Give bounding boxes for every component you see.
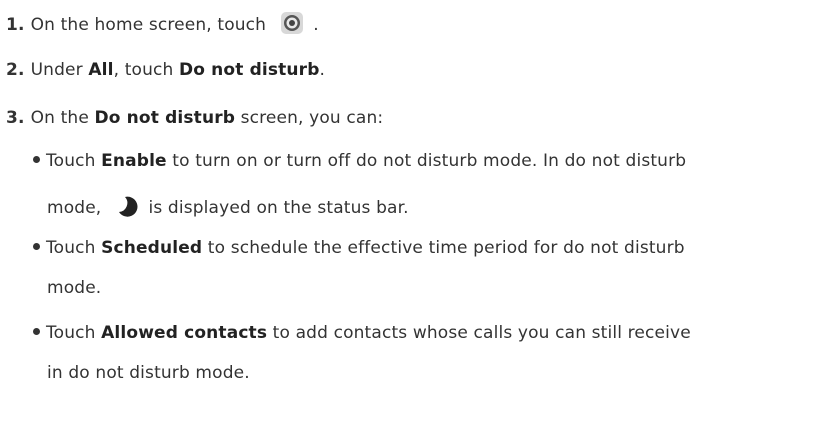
step-text: On the bbox=[30, 108, 95, 128]
bold-term: Scheduled bbox=[101, 238, 203, 258]
step-1: 1. On the home screen, touch . bbox=[6, 11, 319, 35]
bullet-text: to add contacts whose calls you can stil… bbox=[267, 323, 691, 343]
bold-term: Do not disturb bbox=[94, 108, 236, 128]
step-3: 3. On the Do not disturb screen, you can: bbox=[6, 110, 383, 127]
bullet-text: mode. bbox=[47, 278, 102, 298]
moon-icon bbox=[118, 196, 138, 217]
bullet-text: Touch bbox=[46, 238, 102, 258]
bullet-text: to turn on or turn off do not disturb mo… bbox=[166, 151, 687, 171]
bold-term: Allowed contacts bbox=[101, 323, 268, 343]
step-number: 3. bbox=[6, 108, 25, 128]
bold-term: Enable bbox=[101, 151, 167, 171]
step-number: 2. bbox=[6, 60, 25, 80]
bullet-text: is displayed on the status bar. bbox=[142, 198, 409, 218]
bullet-item-allowed-contacts-cont: in do not disturb mode. bbox=[47, 365, 250, 382]
step-text: screen, you can: bbox=[235, 108, 384, 128]
bullet-item-enable: Touch Enable to turn on or turn off do n… bbox=[33, 153, 686, 170]
bullet-text: Touch bbox=[46, 151, 102, 171]
step-text: . bbox=[319, 60, 326, 80]
bullet-dot bbox=[33, 328, 40, 335]
step-text: On the home screen, touch bbox=[30, 15, 267, 35]
bullet-text: Touch bbox=[46, 323, 102, 343]
bullet-item-scheduled-cont: mode. bbox=[47, 280, 101, 297]
step-number: 1. bbox=[6, 15, 25, 35]
step-text: , touch bbox=[113, 60, 179, 80]
bullet-dot bbox=[33, 156, 40, 163]
bullet-item-enable-cont: mode, is displayed on the status bar. bbox=[47, 195, 409, 217]
bullet-dot bbox=[33, 243, 40, 250]
step-text: Under bbox=[30, 60, 89, 80]
step-2: 2. Under All, touch Do not disturb. bbox=[6, 62, 325, 79]
bullet-item-scheduled: Touch Scheduled to schedule the effectiv… bbox=[33, 240, 685, 257]
bold-term: Do not disturb bbox=[179, 60, 320, 80]
settings-gear-icon bbox=[280, 12, 303, 34]
bold-term: All bbox=[88, 60, 114, 80]
bullet-text: in do not disturb mode. bbox=[47, 363, 250, 383]
bullet-text: mode, bbox=[47, 198, 102, 218]
step-text-end: . bbox=[307, 15, 319, 35]
bullet-item-allowed-contacts: Touch Allowed contacts to add contacts w… bbox=[33, 325, 691, 342]
bullet-text: to schedule the effective time period fo… bbox=[202, 238, 685, 258]
